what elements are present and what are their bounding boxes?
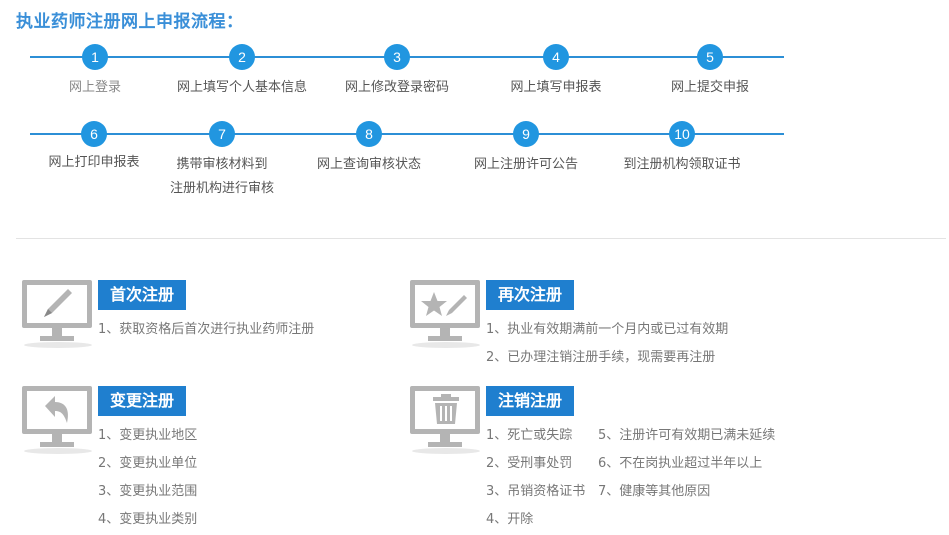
list-item: 2、已办理注销注册手续，现需要再注册 [486, 350, 716, 365]
list-item: 1、执业有效期满前一个月内或已过有效期 [486, 322, 729, 337]
step-label: 网上填写个人基本信息 [176, 80, 307, 95]
step-number: 7 [209, 121, 235, 147]
step-number: 5 [697, 44, 723, 70]
card-items: 1、获取资格后首次进行执业药师注册 [98, 316, 314, 344]
step-label: 携带审核材料到 [176, 157, 268, 172]
flow-row-2: 6 网上打印申报表 7 携带审核材料到 注册机构进行审核 8 网上查询审核状态 … [30, 121, 784, 231]
card-items: 1、死亡或失踪 2、受刑事处罚 3、吊销资格证书 4、开除 5、注册许可有效期已… [486, 422, 798, 534]
step-number: 6 [81, 121, 107, 147]
list-item: 2、受刑事处罚 [486, 456, 573, 471]
list-item: 3、变更执业范围 [98, 484, 198, 499]
pen-monitor-icon [22, 280, 92, 348]
list-item: 2、变更执业单位 [98, 456, 198, 471]
step-number: 10 [669, 121, 695, 147]
list-item: 7、健康等其他原因 [598, 484, 711, 499]
step-label: 网上查询审核状态 [316, 157, 421, 172]
step-label: 网上提交申报 [670, 80, 749, 95]
card-title: 首次注册 [98, 280, 187, 310]
card-items: 1、执业有效期满前一个月内或已过有效期 2、已办理注销注册手续，现需要再注册 [486, 316, 728, 372]
trash-monitor-icon [410, 386, 480, 454]
flow-step-3: 3 网上修改登录密码 [312, 44, 482, 100]
list-item: 1、变更执业地区 [98, 428, 198, 443]
flow-step-4: 4 网上填写申报表 [471, 44, 641, 100]
card-title: 再次注册 [486, 280, 575, 310]
step-label: 网上填写申报表 [510, 80, 602, 95]
card-items-column-2: 5、注册许可有效期已满未延续 6、不在岗执业超过半年以上 7、健康等其他原因 [598, 422, 798, 534]
step-number: 8 [356, 121, 382, 147]
page-title: 执业药师注册网上申报流程： [16, 12, 244, 32]
list-item: 5、注册许可有效期已满未延续 [598, 428, 776, 443]
flow-step-9: 9 网上注册许可公告 [441, 121, 611, 177]
flow-step-8: 8 网上查询审核状态 [284, 121, 454, 177]
step-label: 到注册机构领取证书 [623, 157, 741, 172]
list-item: 4、开除 [486, 512, 534, 527]
flow-step-7: 7 携带审核材料到 注册机构进行审核 [137, 121, 307, 201]
list-item: 1、获取资格后首次进行执业药师注册 [98, 322, 315, 337]
card-title: 变更注册 [98, 386, 187, 416]
flow-step-2: 2 网上填写个人基本信息 [157, 44, 327, 100]
step-number: 2 [229, 44, 255, 70]
flow-step-5: 5 网上提交申报 [625, 44, 795, 100]
flow-step-1: 1 网上登录 [10, 44, 180, 100]
flow-step-10: 10 到注册机构领取证书 [597, 121, 767, 177]
step-number: 4 [543, 44, 569, 70]
card-items-column-1: 1、死亡或失踪 2、受刑事处罚 3、吊销资格证书 4、开除 [486, 422, 598, 534]
card-items: 1、变更执业地区 2、变更执业单位 3、变更执业范围 4、变更执业类别 [98, 422, 197, 534]
step-label: 网上注册许可公告 [473, 157, 578, 172]
card-title: 注销注册 [486, 386, 575, 416]
step-number: 1 [82, 44, 108, 70]
undo-arrow-monitor-icon [22, 386, 92, 454]
step-label-line-2: 注册机构进行审核 [169, 181, 274, 196]
step-label: 网上登录 [68, 80, 121, 95]
section-divider [16, 238, 946, 239]
list-item: 6、不在岗执业超过半年以上 [598, 456, 763, 471]
list-item: 1、死亡或失踪 [486, 428, 573, 443]
list-item: 3、吊销资格证书 [486, 484, 586, 499]
step-number: 9 [513, 121, 539, 147]
star-pen-monitor-icon [410, 280, 480, 348]
step-number: 3 [384, 44, 410, 70]
step-label: 网上修改登录密码 [344, 80, 449, 95]
list-item: 4、变更执业类别 [98, 512, 198, 527]
